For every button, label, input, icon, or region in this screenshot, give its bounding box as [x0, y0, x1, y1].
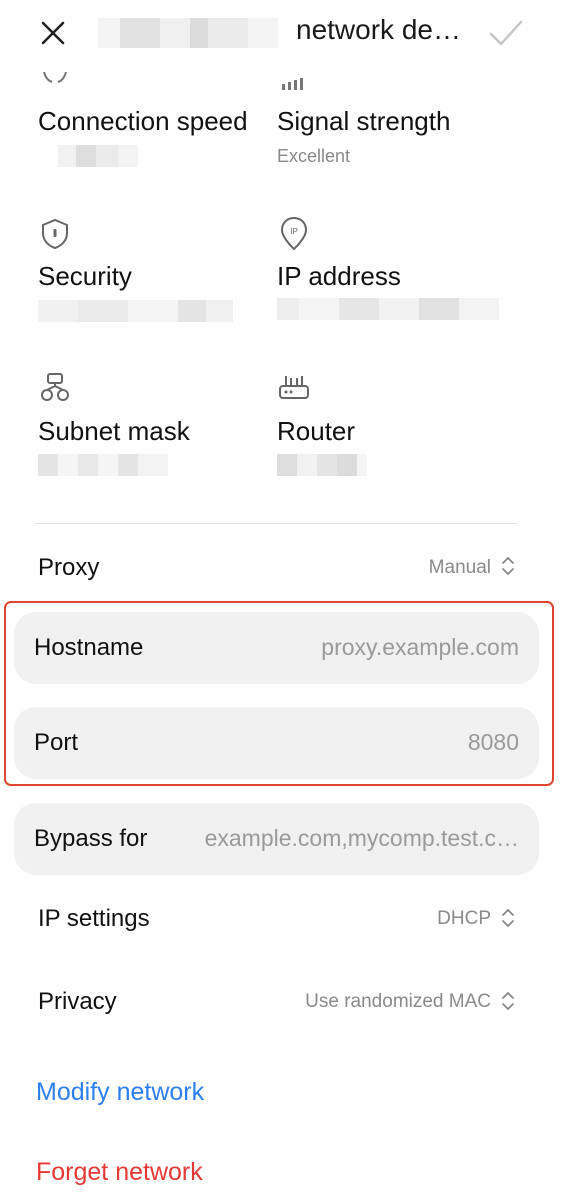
router-label: Router — [277, 416, 356, 446]
ip-location-icon: IP — [280, 216, 308, 251]
shield-icon — [42, 218, 68, 250]
hostname-label: Hostname — [34, 634, 144, 661]
signal-strength-label: Signal strength — [277, 106, 451, 136]
router-value-redacted — [277, 454, 367, 476]
svg-text:IP: IP — [290, 227, 298, 236]
privacy-value[interactable]: Use randomized MAC — [305, 991, 491, 1013]
subnet-mask-value-redacted — [38, 454, 168, 476]
router-icon — [279, 376, 309, 399]
proxy-label: Proxy — [38, 554, 100, 581]
chevron-up-down-icon[interactable] — [501, 555, 515, 577]
modify-network-link[interactable]: Modify network — [36, 1078, 204, 1107]
bypass-field[interactable]: Bypass for example.com,mycomp.test.c… — [14, 803, 539, 875]
security-value-redacted — [38, 300, 233, 322]
ip-address-value-redacted — [277, 298, 499, 320]
port-field[interactable]: Port 8080 — [14, 707, 539, 779]
section-divider — [34, 523, 518, 524]
privacy-label: Privacy — [38, 988, 117, 1015]
speed-icon — [43, 71, 67, 83]
top-bar: network de… — [0, 0, 567, 68]
ip-address-label: IP address — [277, 261, 401, 291]
network-name-redacted — [98, 18, 278, 48]
bypass-label: Bypass for — [34, 825, 148, 852]
security-label: Security — [38, 261, 132, 291]
signal-strength-value: Excellent — [277, 146, 351, 166]
connection-speed-value-redacted — [58, 145, 138, 167]
page-title: network de… — [296, 14, 461, 45]
subnet-mask-label: Subnet mask — [38, 416, 190, 446]
hostname-field[interactable]: Hostname proxy.example.com — [14, 612, 539, 684]
check-icon[interactable] — [488, 18, 524, 48]
ip-settings-label: IP settings — [38, 905, 150, 932]
port-placeholder[interactable]: 8080 — [468, 729, 519, 756]
bypass-placeholder[interactable]: example.com,mycomp.test.c… — [205, 825, 519, 852]
hostname-placeholder[interactable]: proxy.example.com — [321, 634, 519, 661]
ip-settings-value[interactable]: DHCP — [437, 908, 491, 930]
chevron-up-down-icon[interactable] — [501, 990, 515, 1012]
chevron-up-down-icon[interactable] — [501, 907, 515, 929]
signal-icon — [282, 78, 303, 90]
network-topology-icon — [41, 373, 69, 401]
proxy-value[interactable]: Manual — [429, 557, 491, 579]
close-icon[interactable] — [38, 18, 68, 48]
port-label: Port — [34, 729, 79, 756]
forget-network-link[interactable]: Forget network — [36, 1158, 203, 1187]
connection-speed-label: Connection speed — [38, 106, 248, 136]
